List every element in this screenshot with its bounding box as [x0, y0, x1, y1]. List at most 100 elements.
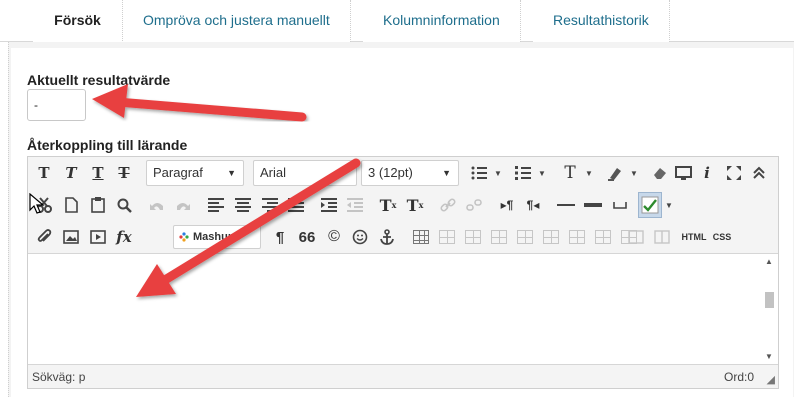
undo-button[interactable]	[145, 192, 169, 218]
chevron-down-icon[interactable]: ▼	[584, 160, 594, 186]
resize-grip-icon[interactable]: ◢	[767, 373, 775, 386]
align-right-icon	[262, 198, 278, 212]
subscript-icon: T	[406, 195, 419, 215]
indent-button[interactable]	[317, 192, 341, 218]
italic-button[interactable]: T	[59, 160, 83, 186]
bold-button[interactable]: T	[32, 160, 56, 186]
eraser-icon	[654, 168, 666, 179]
align-center-button[interactable]	[231, 192, 255, 218]
bullet-list-button[interactable]	[467, 160, 491, 186]
clear-format-button[interactable]	[648, 160, 672, 186]
toolbar-row-3: fx Mashups ¶ 66 © HTML CSS	[28, 221, 778, 253]
element-path: Sökväg: p	[32, 370, 86, 384]
document-icon	[64, 197, 78, 213]
search-icon	[117, 198, 132, 213]
paragraph-rtl-icon: ¶◂	[526, 198, 540, 212]
table-row-icon	[439, 230, 455, 244]
subscript-button[interactable]: Tx	[403, 192, 427, 218]
insert-row-after-button[interactable]	[513, 224, 537, 250]
font-select[interactable]: Arial	[253, 160, 357, 186]
emoticon-button[interactable]	[348, 224, 372, 250]
editor-scrollbar[interactable]: ▲ ▼	[760, 254, 778, 364]
redo-button[interactable]	[171, 192, 195, 218]
current-grade-field[interactable]: -	[27, 89, 86, 121]
insert-formula-button[interactable]: fx	[112, 224, 136, 250]
mashups-label: Mashups	[193, 231, 241, 243]
current-grade-label: Aktuellt resultatvärde	[27, 72, 171, 88]
scrollbar-thumb[interactable]	[765, 292, 774, 308]
delete-row-icon	[543, 230, 559, 244]
nonbreaking-space-button[interactable]	[608, 192, 632, 218]
paste-button[interactable]	[86, 192, 110, 218]
space-icon	[613, 202, 627, 209]
insert-image-button[interactable]	[59, 224, 83, 250]
insert-col-after-button[interactable]	[591, 224, 615, 250]
attach-file-button[interactable]	[32, 224, 56, 250]
info-button[interactable]: i	[695, 160, 719, 186]
unlink-button[interactable]	[462, 192, 486, 218]
table-cell-props-button[interactable]	[461, 224, 485, 250]
fullscreen-button[interactable]	[722, 160, 746, 186]
toolbar-row-2: Tx Tx ▸¶ ¶◂ ▼	[28, 189, 778, 221]
thick-rule-button[interactable]	[581, 192, 605, 218]
search-button[interactable]	[112, 192, 136, 218]
collapse-toolbar-button[interactable]	[747, 160, 771, 186]
feedback-label: Återkoppling till lärande	[27, 137, 188, 153]
blockquote-button[interactable]: 66	[295, 224, 319, 250]
scroll-up-icon[interactable]: ▲	[765, 257, 773, 266]
insert-table-button[interactable]	[409, 224, 433, 250]
horizontal-rule-button[interactable]	[554, 192, 578, 218]
underline-button[interactable]: T	[86, 160, 110, 186]
chevron-down-icon[interactable]: ▼	[664, 192, 674, 218]
align-right-button[interactable]	[258, 192, 282, 218]
chevron-down-icon[interactable]: ▼	[537, 160, 547, 186]
spellcheck-button[interactable]	[638, 192, 662, 218]
html-code-button[interactable]: HTML	[679, 224, 709, 250]
insert-col-before-button[interactable]	[565, 224, 589, 250]
paragraph-select[interactable]: Paragraf ▼	[146, 160, 244, 186]
mouse-cursor-icon	[29, 193, 45, 214]
merge-cells-icon	[628, 230, 644, 244]
superscript-icon: T	[379, 195, 392, 215]
strikethrough-button[interactable]: T	[112, 160, 136, 186]
tab-attempt[interactable]: Försök	[33, 0, 123, 43]
justify-button[interactable]	[284, 192, 308, 218]
css-code-button[interactable]: CSS	[709, 224, 735, 250]
text-style-button[interactable]: T	[558, 160, 582, 186]
tab-bar: Försök Ompröva och justera manuellt Kolu…	[0, 0, 794, 43]
tab-column-info[interactable]: Kolumninformation	[363, 0, 521, 42]
chevron-down-icon[interactable]: ▼	[493, 160, 503, 186]
scroll-down-icon[interactable]: ▼	[765, 352, 773, 361]
size-select-value: 3 (12pt)	[368, 165, 413, 180]
align-left-button[interactable]	[204, 192, 228, 218]
preview-button[interactable]	[671, 160, 695, 186]
chevron-down-icon[interactable]: ▼	[629, 160, 639, 186]
merge-cells-button[interactable]	[624, 224, 648, 250]
copy-button[interactable]	[59, 192, 83, 218]
split-cell-button[interactable]	[650, 224, 674, 250]
insert-link-button[interactable]	[436, 192, 460, 218]
delete-row-button[interactable]	[539, 224, 563, 250]
paperclip-icon	[37, 229, 52, 242]
insert-row-before-button[interactable]	[487, 224, 511, 250]
tab-override[interactable]: Ompröva och justera manuellt	[123, 0, 351, 42]
horizontal-rule-icon	[557, 204, 575, 206]
highlight-button[interactable]	[603, 160, 627, 186]
mashups-select[interactable]: Mashups	[173, 225, 261, 249]
special-char-button[interactable]: ©	[322, 224, 346, 250]
tab-grade-history[interactable]: Resultathistorik	[533, 0, 670, 42]
ltr-button[interactable]: ▸¶	[495, 192, 519, 218]
numbered-list-button[interactable]	[511, 160, 535, 186]
feedback-editor: T T T T Paragraf ▼ Arial 3 (12pt) ▼ ▼ ▼	[27, 156, 779, 389]
editor-content-area[interactable]	[28, 254, 778, 364]
paragraph-mark-button[interactable]: ¶	[268, 224, 292, 250]
html-label: HTML	[681, 232, 707, 242]
rtl-button[interactable]: ¶◂	[521, 192, 545, 218]
anchor-button[interactable]	[375, 224, 399, 250]
insert-media-button[interactable]	[86, 224, 110, 250]
size-select[interactable]: 3 (12pt) ▼	[361, 160, 459, 186]
chevron-double-up-icon	[753, 166, 765, 179]
superscript-button[interactable]: Tx	[376, 192, 400, 218]
outdent-button[interactable]	[343, 192, 367, 218]
table-row-props-button[interactable]	[435, 224, 459, 250]
